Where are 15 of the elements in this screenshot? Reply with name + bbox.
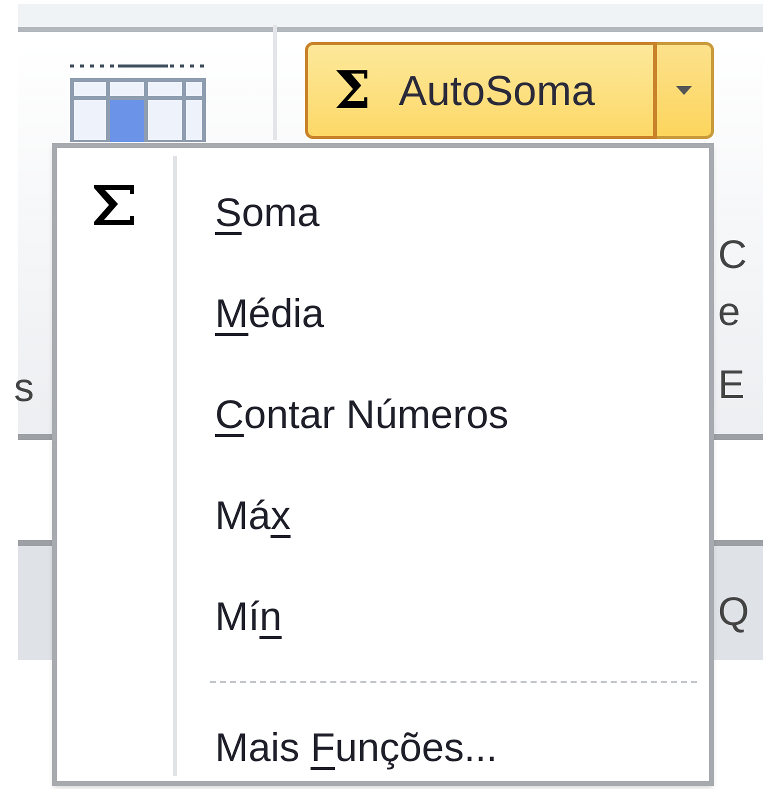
ribbon-text-fragment: Q bbox=[718, 592, 750, 632]
menu-item[interactable]: Máx bbox=[215, 492, 291, 540]
ribbon-text-fragment: E bbox=[718, 365, 745, 405]
caret-icon bbox=[676, 86, 692, 96]
menu-item[interactable]: Média bbox=[215, 290, 324, 338]
ribbon-text-fragment: e bbox=[718, 292, 740, 332]
menu-item[interactable]: Mín bbox=[215, 592, 282, 640]
ribbon-text-fragment: C bbox=[718, 235, 747, 275]
menu-item[interactable]: Soma bbox=[215, 188, 320, 236]
autosum-button[interactable]: Σ AutoSoma bbox=[305, 42, 657, 139]
menu-item[interactable]: Mais Funções... bbox=[215, 724, 498, 772]
sigma-icon: Σ bbox=[334, 64, 371, 116]
ribbon-text-fragment: s bbox=[14, 368, 34, 408]
menu-item[interactable]: Contar Números bbox=[215, 390, 508, 438]
dropdown-button[interactable] bbox=[657, 42, 714, 139]
